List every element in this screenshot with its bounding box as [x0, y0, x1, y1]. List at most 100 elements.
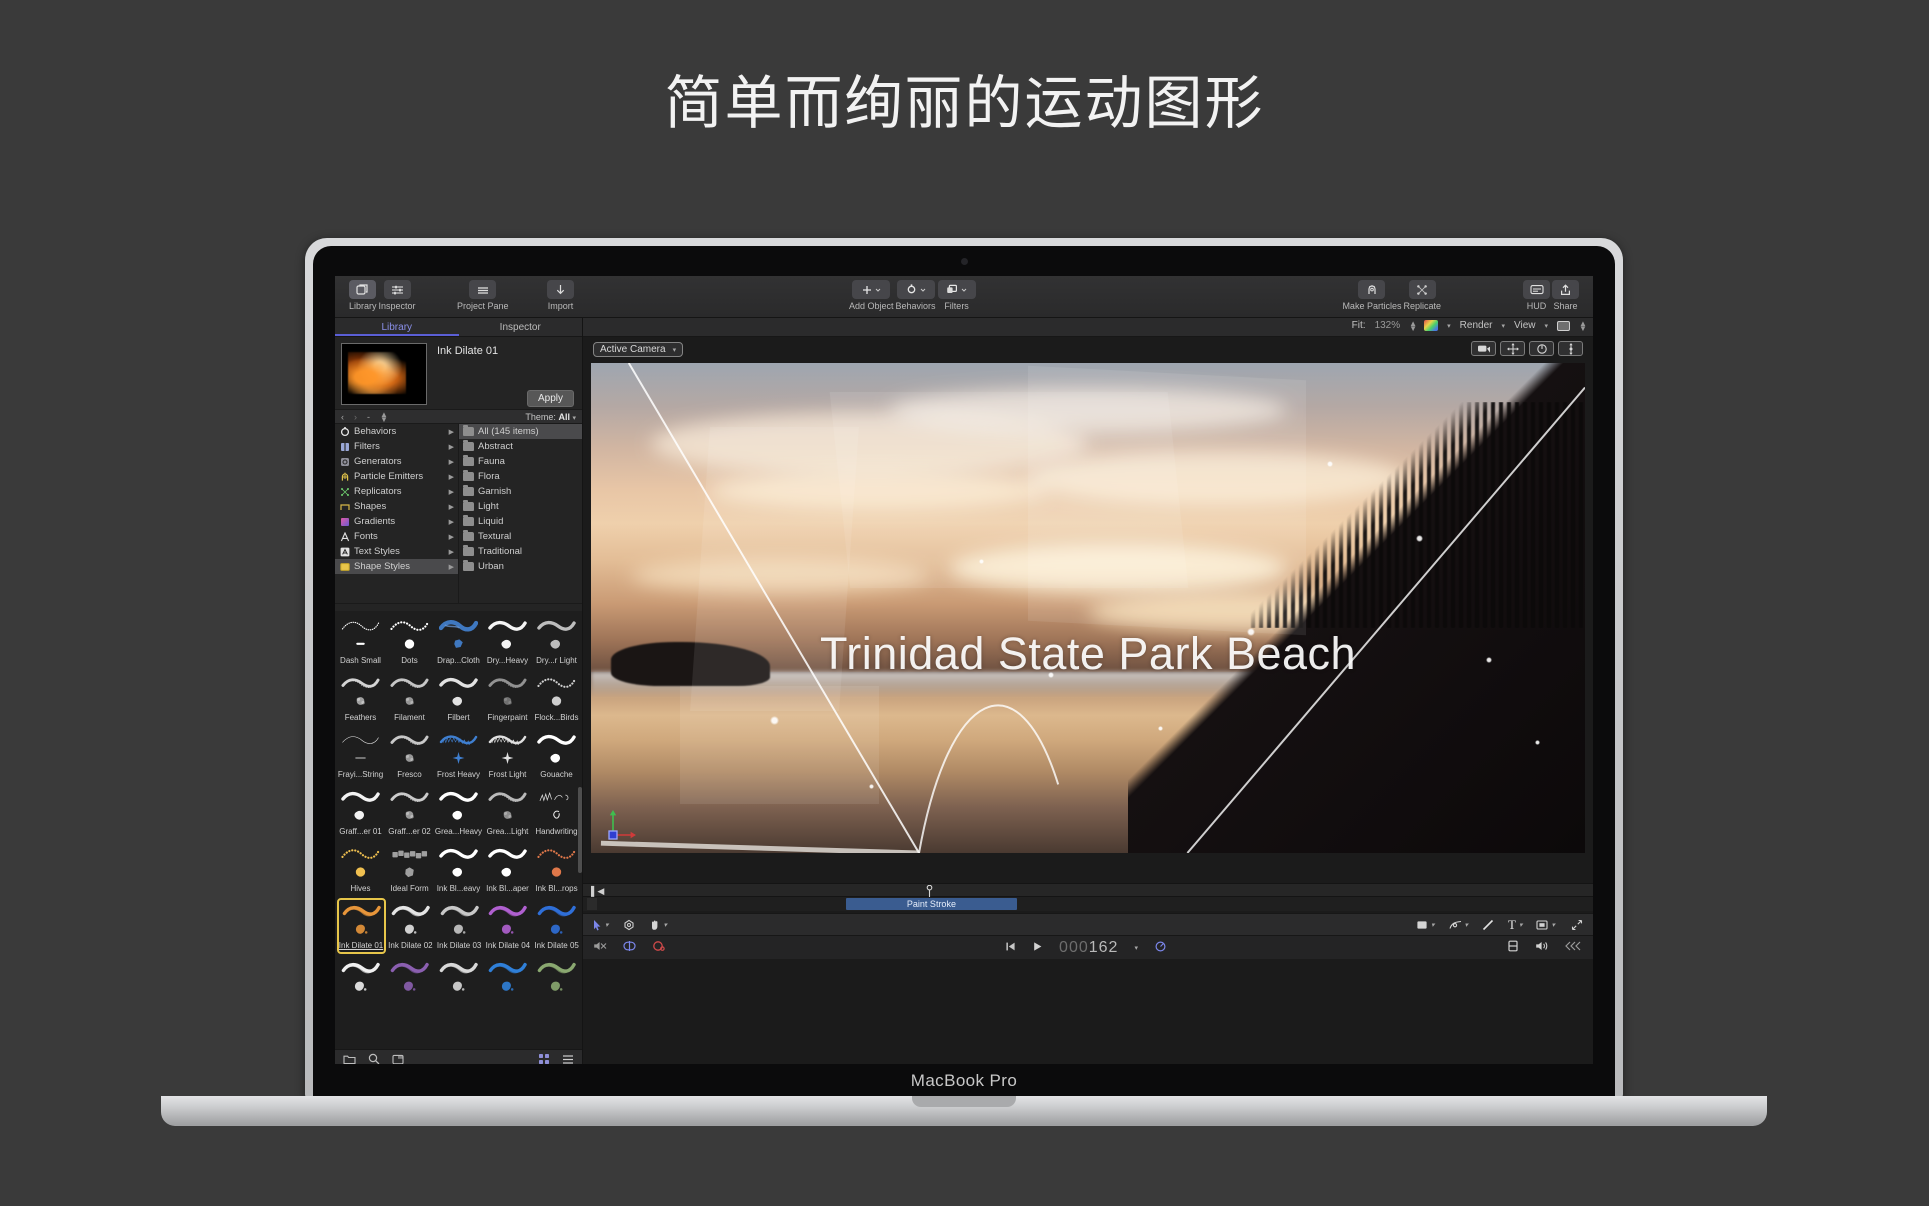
brush-item[interactable]: [386, 955, 434, 1011]
audio-icon[interactable]: [1535, 940, 1549, 955]
import-button[interactable]: Import: [547, 280, 574, 311]
playhead-icon[interactable]: [926, 884, 933, 897]
brush-item[interactable]: Drap...Cloth: [435, 613, 483, 669]
brush-item[interactable]: Graff...er 01: [337, 784, 385, 840]
chevron-right-icon[interactable]: ›: [354, 412, 357, 422]
library-category-gradients[interactable]: Gradients ▶: [335, 514, 458, 529]
render-chevron-down-icon[interactable]: ▾: [1501, 322, 1505, 330]
mask-chevron-down-icon[interactable]: ▾: [1551, 921, 1555, 929]
library-theme-item[interactable]: Fauna: [459, 454, 582, 469]
brush-item[interactable]: Dash Small: [337, 613, 385, 669]
theme-filter[interactable]: Theme: All ▾: [525, 412, 576, 422]
library-category-fonts[interactable]: Fonts ▶: [335, 529, 458, 544]
brush-item[interactable]: [337, 955, 385, 1011]
sort-updown-icon[interactable]: ▲ ▼: [380, 410, 388, 423]
behaviors-button[interactable]: Behaviors: [896, 280, 936, 311]
brush-item[interactable]: Frayi...String: [337, 727, 385, 783]
brush-item[interactable]: Ink Bl...eavy: [435, 841, 483, 897]
timecode-display[interactable]: 000162: [1059, 939, 1118, 957]
brush-item[interactable]: Ink Bl...aper: [484, 841, 532, 897]
library-theme-item[interactable]: Flora: [459, 469, 582, 484]
timeline-clip[interactable]: Paint Stroke: [845, 898, 1018, 910]
loop-icon[interactable]: [623, 940, 636, 955]
disclosure-arrow-icon[interactable]: ▶: [449, 488, 454, 496]
transform-tool[interactable]: [623, 919, 635, 931]
mute-icon[interactable]: [593, 940, 607, 955]
brush-item[interactable]: Grea...Heavy: [435, 784, 483, 840]
render-quality-icon[interactable]: [1507, 940, 1519, 955]
add-object-button[interactable]: Add Object: [849, 280, 894, 311]
disclosure-arrow-icon[interactable]: ▶: [449, 503, 454, 511]
apply-button[interactable]: Apply: [526, 390, 574, 407]
bezier-pen-tool[interactable]: ▾: [1448, 919, 1468, 931]
shape-chevron-down-icon[interactable]: ▾: [1431, 921, 1435, 929]
brush-item[interactable]: Ink Dilate 05: [533, 898, 581, 954]
color-gradient-icon[interactable]: [1424, 320, 1439, 331]
library-theme-item[interactable]: Traditional: [459, 544, 582, 559]
make-particles-button[interactable]: Make Particles: [1342, 280, 1401, 311]
text-tool[interactable]: T ▾: [1508, 917, 1522, 933]
brush-item[interactable]: Dots: [386, 613, 434, 669]
3d-axis-widget[interactable]: [605, 805, 651, 845]
disclosure-arrow-icon[interactable]: ▶: [449, 428, 454, 436]
tab-inspector[interactable]: Inspector: [459, 318, 583, 336]
replicate-button[interactable]: Replicate: [1403, 280, 1441, 311]
brush-item[interactable]: Ink Bl...rops: [533, 841, 581, 897]
go-to-start-icon[interactable]: [1005, 941, 1016, 955]
fit-stepper[interactable]: ▲ ▼: [1409, 319, 1417, 332]
brush-item[interactable]: [435, 955, 483, 1011]
brush-item[interactable]: [484, 955, 532, 1011]
display-stepper[interactable]: ▲ ▼: [1579, 319, 1587, 332]
brush-item[interactable]: Gouache: [533, 727, 581, 783]
library-category-shapes[interactable]: Shapes ▶: [335, 499, 458, 514]
brush-grid-scrollbar[interactable]: [578, 613, 582, 1047]
library-theme-item[interactable]: Urban: [459, 559, 582, 574]
project-pane-button[interactable]: Project Pane: [457, 280, 509, 311]
disclosure-arrow-icon[interactable]: ▶: [449, 533, 454, 541]
filters-button[interactable]: Filters: [937, 280, 976, 311]
brush-item[interactable]: [533, 955, 581, 1011]
library-theme-item[interactable]: Garnish: [459, 484, 582, 499]
hud-button[interactable]: HUD: [1523, 280, 1550, 311]
text-chevron-down-icon[interactable]: ▾: [1519, 921, 1523, 929]
library-theme-item[interactable]: All (145 items): [459, 424, 582, 439]
orbit-icon[interactable]: [1529, 341, 1554, 356]
rect-shape-tool[interactable]: ▾: [1416, 920, 1435, 930]
disclosure-arrow-icon[interactable]: ▶: [449, 548, 454, 556]
pan-axes-icon[interactable]: [1500, 341, 1525, 356]
disclosure-arrow-icon[interactable]: ▶: [449, 443, 454, 451]
library-category-behaviors[interactable]: Behaviors ▶: [335, 424, 458, 439]
canvas-viewport[interactable]: Trinidad State Park Beach: [591, 363, 1585, 853]
library-category-shape-styles[interactable]: Shape Styles ▶: [335, 559, 458, 574]
brush-item[interactable]: Dry...r Light: [533, 613, 581, 669]
record-keyframe-icon[interactable]: [652, 940, 665, 955]
camera-view-icon[interactable]: [1471, 341, 1496, 356]
chevron-left-icon[interactable]: ‹: [341, 412, 344, 422]
dolly-icon[interactable]: [1558, 341, 1583, 356]
library-theme-item[interactable]: Light: [459, 499, 582, 514]
disclosure-arrow-icon[interactable]: ▶: [449, 473, 454, 481]
keyframe-icon[interactable]: [1154, 940, 1167, 956]
start-marker-icon[interactable]: ▌◀: [591, 886, 604, 897]
camera-selector[interactable]: Active Camera ▾: [593, 342, 684, 357]
library-theme-item[interactable]: Liquid: [459, 514, 582, 529]
brush-item[interactable]: Filbert: [435, 670, 483, 726]
share-button[interactable]: Share: [1552, 280, 1579, 311]
brush-item[interactable]: Feathers: [337, 670, 385, 726]
expand-arrows-icon[interactable]: [1571, 919, 1583, 931]
brush-item[interactable]: Ink Dilate 02: [387, 898, 435, 954]
timecode-chevron-down-icon[interactable]: ▾: [1134, 944, 1138, 952]
brush-item[interactable]: Frost Heavy: [435, 727, 483, 783]
library-theme-item[interactable]: Textural: [459, 529, 582, 544]
display-rect-icon[interactable]: [1557, 320, 1570, 331]
library-category-text-styles[interactable]: Text Styles ▶: [335, 544, 458, 559]
background-layers-icon[interactable]: [1565, 940, 1583, 955]
library-category-replicators[interactable]: Replicators ▶: [335, 484, 458, 499]
disclosure-arrow-icon[interactable]: ▶: [449, 563, 454, 571]
disclosure-arrow-icon[interactable]: ▶: [449, 458, 454, 466]
color-chevron-down-icon[interactable]: ▾: [1447, 322, 1451, 330]
brush-item[interactable]: Frost Light: [484, 727, 532, 783]
brush-item[interactable]: Filament: [386, 670, 434, 726]
render-menu[interactable]: Render: [1460, 320, 1493, 331]
arrow-select-tool[interactable]: ▾: [593, 919, 609, 931]
